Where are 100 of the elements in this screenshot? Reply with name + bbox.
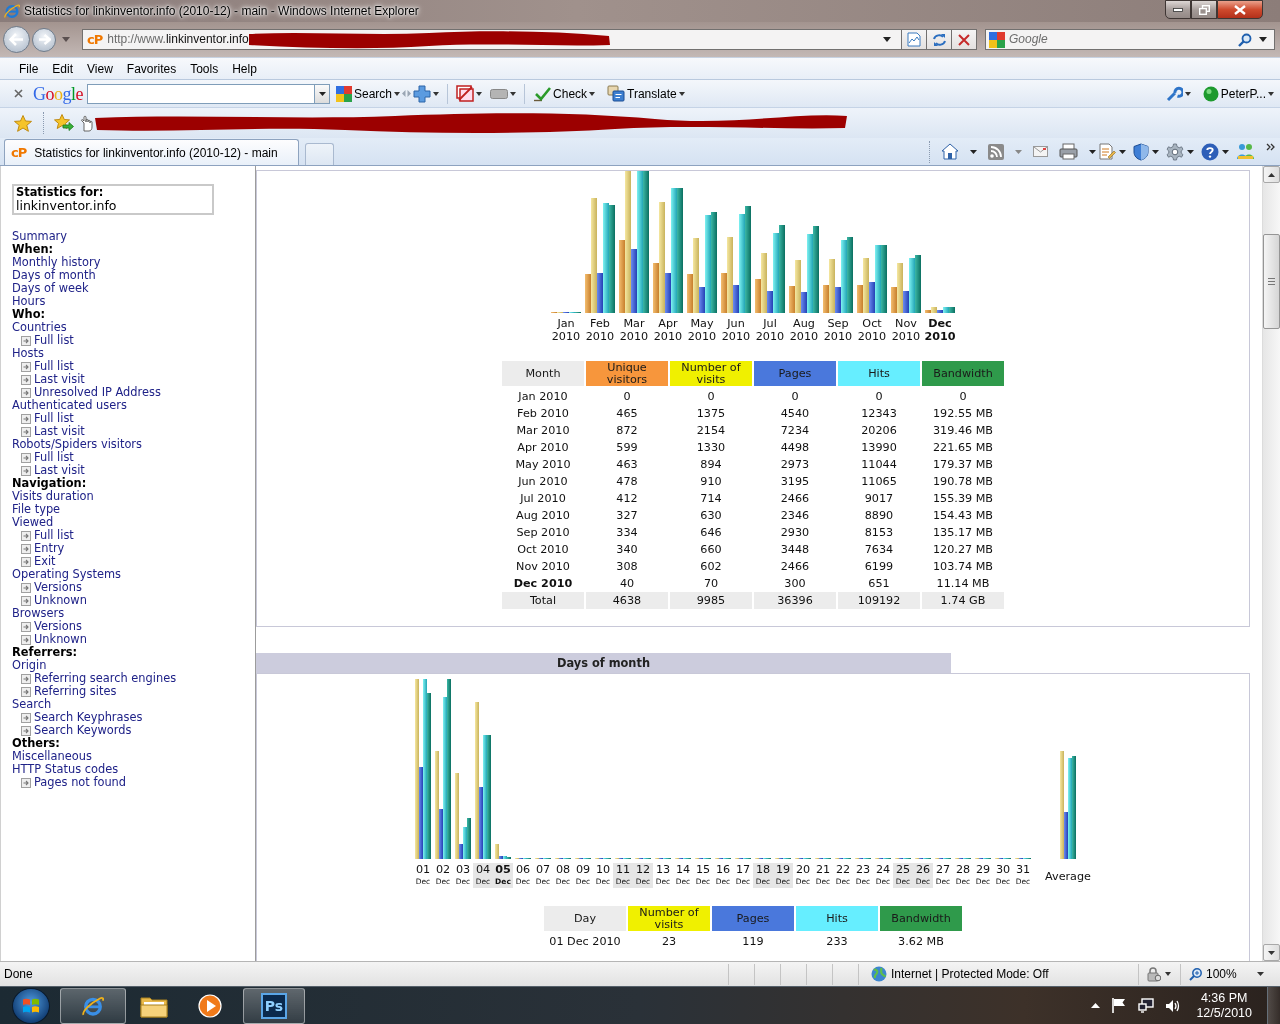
menu-link[interactable]: Days of week — [12, 282, 255, 295]
add-to-favorites-button[interactable] — [53, 112, 75, 134]
menu-link[interactable]: Visits duration — [12, 490, 255, 503]
menu-link[interactable]: Days of month — [12, 269, 255, 282]
toolbar-search-button[interactable]: Search — [334, 82, 403, 105]
menu-sublink[interactable]: Full list — [34, 334, 74, 347]
page-button[interactable] — [1098, 140, 1127, 163]
menu-item[interactable]: File — [12, 58, 46, 79]
scroll-down-button[interactable] — [1263, 944, 1280, 961]
list-bullet-icon — [21, 673, 31, 684]
table-cell-text: 0 — [790, 389, 800, 405]
menu-sublink[interactable]: Last visit — [34, 373, 85, 386]
bandwidth-bar — [949, 307, 955, 313]
menu-item[interactable]: Favorites — [119, 58, 184, 79]
zoom-button[interactable]: 100% — [1189, 967, 1264, 981]
menu-link[interactable]: Monthly history — [12, 256, 255, 269]
menu-sublink[interactable]: Full list — [34, 412, 74, 425]
menu-link[interactable]: Search — [12, 698, 255, 711]
taskbar-app-button[interactable] — [60, 987, 126, 1024]
show-desktop-button[interactable] — [1267, 986, 1280, 1024]
minimize-button[interactable] — [1165, 0, 1191, 19]
tools-button[interactable] — [1165, 140, 1195, 163]
refresh-button[interactable] — [927, 29, 952, 50]
search-box[interactable]: Google — [985, 29, 1275, 50]
menu-sublink[interactable]: Versions — [34, 581, 82, 594]
menu-sublink[interactable]: Last visit — [34, 425, 85, 438]
menu-sublink[interactable]: Referring search engines — [34, 672, 177, 685]
clock[interactable]: 4:36 PM 12/5/2010 — [1196, 990, 1252, 1021]
translate-button[interactable]: Translate — [605, 82, 687, 105]
print-button[interactable] — [1058, 140, 1097, 163]
scrollbar-track[interactable] — [1262, 166, 1280, 961]
menu-sublink[interactable]: Unknown — [34, 633, 87, 646]
table-cell-text: 01 Dec 2010 — [548, 934, 622, 950]
menu-sublink[interactable]: Entry — [34, 542, 65, 555]
menu-link[interactable]: Robots/Spiders visitors — [12, 438, 255, 451]
popup-blocker-button[interactable] — [454, 82, 485, 105]
list-bullet-icon — [21, 686, 31, 697]
menu-link[interactable]: Hours — [12, 295, 255, 308]
table-cell-text: 23 — [660, 934, 678, 950]
menu-item[interactable]: Edit — [45, 58, 81, 79]
address-field[interactable]: cP http://www.linkinventor.info — [82, 29, 902, 50]
menu-link[interactable]: Hosts — [12, 347, 255, 360]
menu-sublink[interactable]: Full list — [34, 529, 74, 542]
browser-tab[interactable]: cP Statistics for linkinventor.info (2010-12) - main — [4, 139, 299, 165]
menu-link[interactable]: Viewed — [12, 516, 255, 529]
menu-sublink[interactable]: Full list — [34, 360, 74, 373]
caret-icon — [476, 91, 483, 96]
table-cell-text: 0 — [958, 389, 968, 405]
menu-sublink[interactable]: Exit — [34, 555, 56, 568]
toolbar-history-button[interactable] — [315, 83, 330, 104]
add-button[interactable] — [411, 82, 442, 105]
printer-icon — [1059, 143, 1078, 160]
day-number-label: 08 — [554, 863, 572, 876]
day-number-label: 27 — [934, 863, 952, 876]
menu-sublink[interactable]: Versions — [34, 620, 82, 633]
menu-sublink[interactable]: Unresolved IP Address — [34, 386, 161, 399]
table-cell-text: 70 — [702, 576, 720, 592]
day-number-label: 23 — [854, 863, 872, 876]
taskbar-app-button[interactable]: Ps — [243, 987, 305, 1024]
safety-button[interactable] — [1132, 140, 1160, 163]
menu-link[interactable]: Countries — [12, 321, 255, 334]
menu-link[interactable]: Operating Systems — [12, 568, 255, 581]
scrollbar-thumb[interactable] — [1263, 234, 1280, 329]
compatibility-view-button[interactable] — [902, 29, 927, 50]
menu-link[interactable]: Authenticated users — [12, 399, 255, 412]
forward-button[interactable] — [32, 27, 56, 52]
check-button[interactable]: Check — [531, 82, 598, 105]
menu-sublink[interactable]: Search Keywords — [34, 724, 132, 737]
menu-sublink[interactable]: Last visit — [34, 464, 85, 477]
menu-sublink[interactable]: Referring sites — [34, 685, 117, 698]
scroll-up-button[interactable] — [1263, 166, 1280, 183]
menu-item[interactable]: View — [80, 58, 120, 79]
table-cell-text: 334 — [615, 525, 639, 541]
search-field[interactable]: Google — [1005, 32, 1225, 47]
menu-link[interactable]: Miscellaneous — [12, 750, 255, 763]
stop-button[interactable] — [952, 29, 977, 50]
table-cell-text: 463 — [615, 457, 639, 473]
menu-link[interactable]: Origin — [12, 659, 255, 672]
menu-item[interactable]: Help — [225, 58, 264, 79]
menu-link[interactable]: File type — [12, 503, 255, 516]
menu-sublink[interactable]: Full list — [34, 451, 74, 464]
toolbar-search-input[interactable] — [87, 83, 315, 104]
menu-sublink[interactable]: Unknown — [34, 594, 87, 607]
account-button[interactable]: PeterP... — [1200, 82, 1276, 105]
menu-sublink[interactable]: Pages not found — [34, 776, 127, 789]
resize-handle-icon[interactable] — [402, 90, 412, 97]
menu-sublink[interactable]: Search Keyphrases — [34, 711, 143, 724]
close-button[interactable] — [1217, 0, 1263, 19]
restore-button[interactable] — [1191, 0, 1217, 19]
menu-link[interactable]: HTTP Status codes — [12, 763, 255, 776]
network-button[interactable] — [1136, 995, 1157, 1016]
menu-item[interactable]: Tools — [183, 58, 226, 79]
start-button[interactable] — [12, 987, 50, 1024]
menu-link[interactable]: Browsers — [12, 607, 255, 620]
window-title: Statistics for linkinventor.info (2010-12) - main - Windows Internet Explorer — [24, 3, 419, 20]
table-cell-text: 2973 — [779, 457, 811, 473]
protected-mode-button[interactable] — [1147, 966, 1171, 982]
menu-link[interactable]: Summary — [12, 230, 255, 243]
table-cell-text: 119 — [741, 934, 765, 950]
back-button[interactable] — [3, 26, 30, 53]
